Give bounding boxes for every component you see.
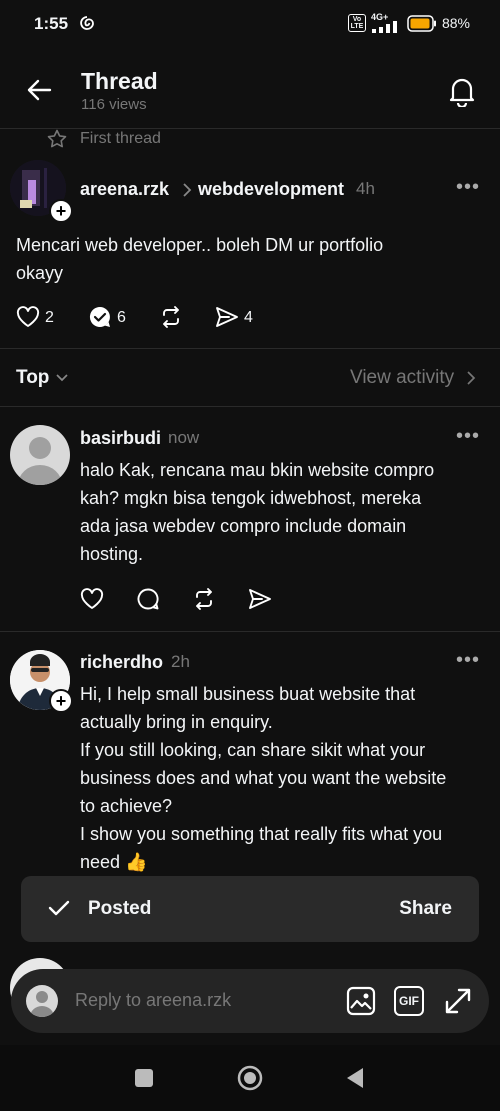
toast-share-button[interactable]: Share: [399, 898, 452, 920]
default-user-icon: [18, 437, 62, 485]
post-body-line: okayy: [16, 263, 64, 283]
reply-avatar[interactable]: [10, 425, 70, 485]
reply-body-line: I show you something that really fits wh…: [80, 824, 443, 844]
home-icon[interactable]: [237, 1065, 263, 1091]
notification-bell-button[interactable]: [447, 75, 477, 107]
status-bar: 1:55 Vo LTE 4G+ 88%: [0, 0, 500, 50]
reply-button[interactable]: [88, 305, 112, 329]
sort-divider: [0, 406, 500, 407]
reply-username[interactable]: basirbudi: [80, 428, 161, 449]
star-icon: [47, 129, 67, 149]
recents-icon[interactable]: [135, 1069, 153, 1087]
expand-button[interactable]: [443, 986, 473, 1016]
posted-toast: Posted Share: [21, 876, 479, 942]
page-title: Thread: [81, 68, 158, 94]
reply-body: Hi, I help small business buat website t…: [80, 680, 495, 876]
image-icon: [346, 986, 376, 1016]
post-time: 4h: [356, 179, 375, 198]
toast-status: Posted: [88, 898, 152, 919]
post-divider: [0, 348, 500, 349]
more-options-icon[interactable]: •••: [456, 176, 480, 199]
reply-bar: Reply to areena.rzk GIF: [11, 969, 489, 1033]
default-user-icon: [30, 991, 54, 1017]
reply-body-line: kah? mgkn bisa tengok idwebhost, mereka: [80, 488, 422, 508]
image-picker-button[interactable]: [346, 986, 376, 1016]
chevron-right-icon: [181, 182, 193, 198]
back-button[interactable]: [26, 77, 52, 103]
arrow-left-icon: [27, 79, 52, 101]
sort-label: Top: [16, 367, 50, 388]
post-body-line: Mencari web developer.. boleh DM ur port…: [16, 235, 384, 255]
gif-button[interactable]: GIF: [394, 986, 424, 1016]
like-button[interactable]: [80, 588, 104, 610]
view-count: 116 views: [81, 96, 147, 113]
more-options-icon[interactable]: •••: [456, 649, 480, 672]
battery-icon: [407, 15, 437, 32]
follow-plus-icon[interactable]: +: [49, 689, 73, 713]
reply-time: 2h: [171, 652, 190, 671]
volte-icon: Vo LTE: [348, 14, 366, 32]
checkmark-icon: [48, 899, 70, 917]
comment-button[interactable]: [136, 587, 160, 611]
reply-body-line: to achieve?: [80, 796, 173, 816]
send-icon: [216, 307, 238, 327]
reply-username[interactable]: richerdho: [80, 652, 163, 673]
post-author-username[interactable]: areena.rzk: [80, 179, 169, 200]
reply-input[interactable]: Reply to areena.rzk: [75, 990, 231, 1011]
expand-icon: [445, 988, 471, 1014]
status-time: 1:55: [34, 14, 69, 33]
post-topic[interactable]: webdevelopment: [198, 179, 344, 200]
reply-body-line: halo Kak, rencana mau bkin website compr…: [80, 460, 435, 480]
first-thread-label: First thread: [80, 130, 161, 147]
threads-notification-icon: [79, 15, 95, 33]
share-count: 4: [244, 309, 253, 326]
repost-icon: [163, 306, 179, 328]
back-nav-icon[interactable]: [345, 1067, 365, 1089]
reply-count: 6: [117, 309, 126, 326]
signal-icon: [372, 21, 402, 33]
comment-icon: [137, 588, 159, 610]
heart-icon: [80, 588, 104, 609]
sort-dropdown[interactable]: Top: [16, 367, 49, 389]
repost-button[interactable]: [159, 305, 183, 329]
replied-check-icon: [89, 306, 110, 327]
view-activity-link[interactable]: View activity: [350, 367, 454, 389]
heart-icon: [16, 306, 40, 327]
reply-body: halo Kak, rencana mau bkin website compr…: [80, 456, 490, 568]
more-options-icon[interactable]: •••: [456, 425, 480, 448]
share-button[interactable]: [215, 306, 239, 328]
reply-body-line: ada jasa webdev compro include domain: [80, 516, 407, 536]
chevron-right-icon: [466, 370, 476, 386]
follow-plus-icon[interactable]: +: [49, 199, 73, 223]
current-user-avatar: [26, 985, 58, 1017]
reply-body-line: hosting.: [80, 544, 144, 564]
system-nav-bar: [0, 1045, 500, 1111]
reply-divider: [0, 631, 500, 632]
post-body: Mencari web developer.. boleh DM ur port…: [16, 231, 486, 287]
like-count: 2: [45, 309, 54, 326]
reply-body-line: Hi, I help small business buat website t…: [80, 684, 416, 704]
header-divider: [0, 128, 500, 129]
reply-body-line: need 👍: [80, 852, 148, 872]
chevron-down-icon: [55, 373, 69, 383]
repost-button[interactable]: [192, 587, 216, 611]
bell-icon: [449, 78, 475, 107]
reply-body-line: business does and what you want the webs…: [80, 768, 447, 788]
send-icon: [249, 589, 271, 609]
like-button[interactable]: [16, 306, 40, 328]
reply-body-line: If you still looking, can share sikit wh…: [80, 740, 426, 760]
reply-body-line: actually bring in enquiry.: [80, 712, 273, 732]
share-button[interactable]: [248, 588, 272, 610]
reply-time: now: [168, 428, 200, 447]
battery-percent: 88%: [441, 15, 470, 31]
repost-icon: [196, 588, 212, 610]
